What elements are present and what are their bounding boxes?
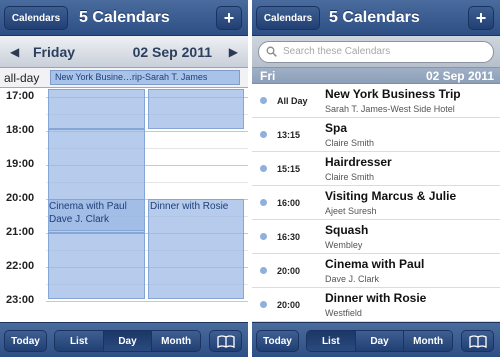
- event-time: 16:00: [277, 198, 301, 208]
- hour-label: 23:00: [6, 294, 35, 306]
- nav-bar: Calendars 5 Calendars +: [252, 0, 500, 36]
- segment-list[interactable]: List: [307, 331, 356, 351]
- hour-label: 17:00: [6, 90, 35, 102]
- event-title: Dinner with Rosie: [325, 291, 427, 305]
- date-section-header: Fri 02 Sep 2011: [252, 68, 500, 84]
- event-title: Hairdresser: [325, 155, 392, 169]
- event-block-dinner[interactable]: [148, 199, 244, 299]
- search-placeholder: Search these Calendars: [283, 46, 391, 57]
- hour-label: 21:00: [6, 226, 35, 238]
- event-person: Dave J. Clark: [49, 214, 110, 225]
- calendars-button[interactable]: Calendars: [4, 6, 68, 30]
- book-icon[interactable]: [209, 330, 242, 352]
- event-title: Cinema with Paul: [49, 201, 127, 212]
- day-grid: 17:00 18:00 19:00 20:00 21:00 22:00 23:0…: [0, 89, 248, 322]
- nav-title: 5 Calendars: [79, 9, 170, 26]
- date-bar: ◀ Friday 02 Sep 2011 ▶: [0, 36, 248, 68]
- calendar-dot-icon: [260, 199, 267, 206]
- hour-label: 22:00: [6, 260, 35, 272]
- nav-title: 5 Calendars: [329, 9, 420, 26]
- next-day-icon[interactable]: ▶: [229, 36, 238, 68]
- event-time: 15:15: [277, 164, 301, 174]
- calendar-dot-icon: [260, 165, 267, 172]
- day-view-screen: Calendars 5 Calendars + ◀ Friday 02 Sep …: [0, 0, 248, 357]
- event-block[interactable]: [48, 89, 145, 129]
- event-title: New York Business Trip: [325, 87, 461, 101]
- list-item[interactable]: 16:00 Visiting Marcus & Julie Ajeet Sure…: [252, 186, 500, 220]
- event-title: Cinema with Paul: [325, 257, 425, 271]
- nav-bar: Calendars 5 Calendars +: [0, 0, 248, 36]
- view-segmented-control: List Day Month: [306, 330, 453, 352]
- segment-day[interactable]: Day: [103, 331, 153, 351]
- bottom-toolbar: Today List Day Month: [252, 322, 500, 357]
- event-time: All Day: [277, 96, 308, 106]
- add-event-button[interactable]: +: [216, 6, 242, 30]
- calendar-dot-icon: [260, 267, 267, 274]
- hour-label: 20:00: [6, 192, 35, 204]
- list-item[interactable]: 15:15 Hairdresser Claire Smith: [252, 152, 500, 186]
- event-time: 13:15: [277, 130, 301, 140]
- list-item[interactable]: 20:00 Dinner with Rosie Westfield: [252, 288, 500, 322]
- event-title: Squash: [325, 223, 369, 237]
- segment-month[interactable]: Month: [152, 331, 200, 351]
- event-subtitle: Ajeet Suresh: [325, 206, 377, 216]
- bottom-toolbar: Today List Day Month: [0, 322, 248, 357]
- event-block[interactable]: [48, 233, 145, 299]
- event-subtitle: Wembley: [325, 240, 363, 250]
- list-item[interactable]: 20:00 Cinema with Paul Dave J. Clark: [252, 254, 500, 288]
- book-icon[interactable]: [461, 330, 494, 352]
- hour-label: 18:00: [6, 124, 35, 136]
- view-segmented-control: List Day Month: [54, 330, 201, 352]
- event-subtitle: Claire Smith: [325, 172, 375, 182]
- event-title: Visiting Marcus & Julie: [325, 189, 457, 203]
- event-time: 16:30: [277, 232, 301, 242]
- calendars-button[interactable]: Calendars: [256, 6, 320, 30]
- all-day-label: all-day: [4, 71, 40, 85]
- search-bar: Search these Calendars: [252, 36, 500, 68]
- section-day: Fri: [260, 69, 276, 83]
- event-time: 20:00: [277, 300, 301, 310]
- previous-day-icon[interactable]: ◀: [10, 36, 19, 68]
- section-date: 02 Sep 2011: [425, 69, 494, 83]
- day-name: Friday: [33, 44, 76, 60]
- event-title: Spa: [325, 121, 348, 135]
- calendar-dot-icon: [260, 233, 267, 240]
- calendar-dot-icon: [260, 97, 267, 104]
- all-day-event[interactable]: New York Busine…rip-Sarah T. James: [50, 70, 240, 85]
- event-subtitle: Sarah T. James-West Side Hotel: [325, 104, 455, 114]
- event-subtitle: Dave J. Clark: [325, 274, 380, 284]
- today-button[interactable]: Today: [4, 330, 47, 352]
- add-event-button[interactable]: +: [468, 6, 494, 30]
- search-icon: [266, 46, 277, 57]
- list-item[interactable]: 16:30 Squash Wembley: [252, 220, 500, 254]
- segment-list[interactable]: List: [55, 331, 104, 351]
- segment-month[interactable]: Month: [404, 331, 452, 351]
- event-title: Dinner with Rosie: [150, 201, 229, 212]
- calendar-dot-icon: [260, 301, 267, 308]
- segment-day[interactable]: Day: [355, 331, 405, 351]
- all-day-row: all-day New York Busine…rip-Sarah T. Jam…: [0, 68, 248, 88]
- day-date: 02 Sep 2011: [132, 44, 212, 60]
- calendar-dot-icon: [260, 131, 267, 138]
- event-time: 20:00: [277, 266, 301, 276]
- list-view-screen: Calendars 5 Calendars + Search these Cal…: [252, 0, 500, 357]
- list-item[interactable]: 13:15 Spa Claire Smith: [252, 118, 500, 152]
- search-input[interactable]: Search these Calendars: [258, 41, 494, 63]
- hour-line: [46, 301, 248, 302]
- today-button[interactable]: Today: [256, 330, 299, 352]
- event-subtitle: Claire Smith: [325, 138, 375, 148]
- event-block[interactable]: [148, 89, 244, 129]
- list-item[interactable]: All Day New York Business Trip Sarah T. …: [252, 84, 500, 118]
- hour-label: 19:00: [6, 158, 35, 170]
- event-subtitle: Westfield: [325, 308, 362, 318]
